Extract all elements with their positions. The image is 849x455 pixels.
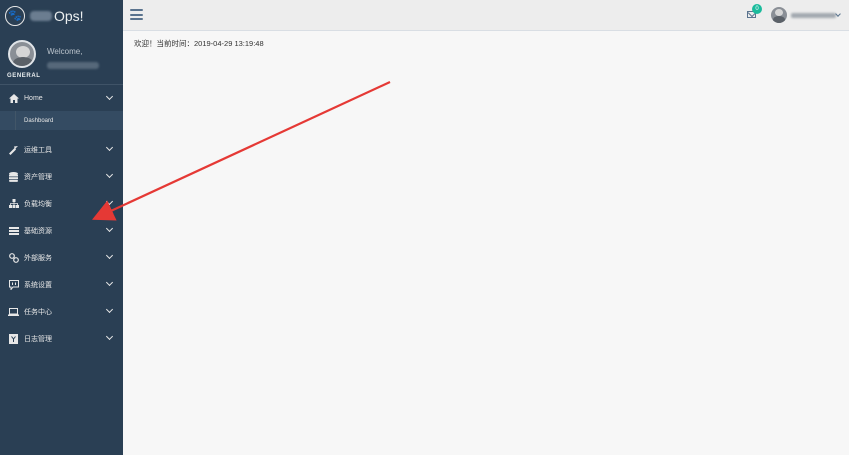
- profile: GENERAL Welcome,: [0, 31, 123, 83]
- home-icon: [8, 93, 19, 104]
- sidebar-item-log-management[interactable]: 日志管理: [0, 325, 123, 352]
- sidebar-item-task-center[interactable]: 任务中心: [0, 298, 123, 325]
- hamburger-icon[interactable]: [130, 9, 143, 20]
- paw-icon: 🐾: [5, 5, 25, 26]
- settings-icon: [8, 279, 19, 290]
- sidebar-subitem-label: Dashboard: [24, 117, 54, 124]
- avatar: [8, 40, 36, 68]
- annotation-arrow: [92, 81, 391, 221]
- log-icon: [8, 333, 19, 344]
- brand-name: Ops!: [54, 7, 84, 24]
- brand-redacted: [30, 10, 52, 21]
- sidebar-item-load-balancer[interactable]: 负载均衡: [0, 190, 123, 217]
- laptop-icon: [8, 306, 19, 317]
- chevron-down-icon[interactable]: [835, 11, 841, 17]
- mail-count-badge: 0: [752, 4, 762, 14]
- profile-role: GENERAL: [7, 73, 41, 79]
- brand[interactable]: 🐾 Ops!: [0, 0, 123, 31]
- sidebar-item-ops-tools[interactable]: 运维工具: [0, 136, 123, 163]
- welcome-time-text: 欢迎！当前时间：2019-04-29 13:19:48: [134, 39, 264, 48]
- sidebar-subitem-dashboard[interactable]: Dashboard: [0, 111, 123, 130]
- database-icon: [8, 171, 19, 182]
- wrench-icon: [8, 144, 19, 155]
- username-redacted: [47, 62, 99, 69]
- sidebar-item-basic-resources[interactable]: 基础资源: [0, 217, 123, 244]
- sidebar-menu: Home Dashboard 运维工具 资产管理 负载均衡 基础资源 外部服务 …: [0, 84, 123, 352]
- sitemap-icon: [8, 198, 19, 209]
- sidebar-item-system-settings[interactable]: 系统设置: [0, 271, 123, 298]
- sidebar: 🐾 Ops! GENERAL Welcome, Home Dashboard 运…: [0, 0, 123, 455]
- sidebar-item-home[interactable]: Home: [0, 84, 123, 111]
- link-icon: [8, 252, 19, 263]
- server-icon: [8, 225, 19, 236]
- sidebar-item-external-services[interactable]: 外部服务: [0, 244, 123, 271]
- welcome-text: Welcome,: [47, 47, 83, 56]
- top-nav: 0: [123, 0, 849, 31]
- sidebar-item-assets[interactable]: 资产管理: [0, 163, 123, 190]
- user-avatar[interactable]: [771, 7, 787, 23]
- user-menu-redacted[interactable]: [791, 13, 836, 18]
